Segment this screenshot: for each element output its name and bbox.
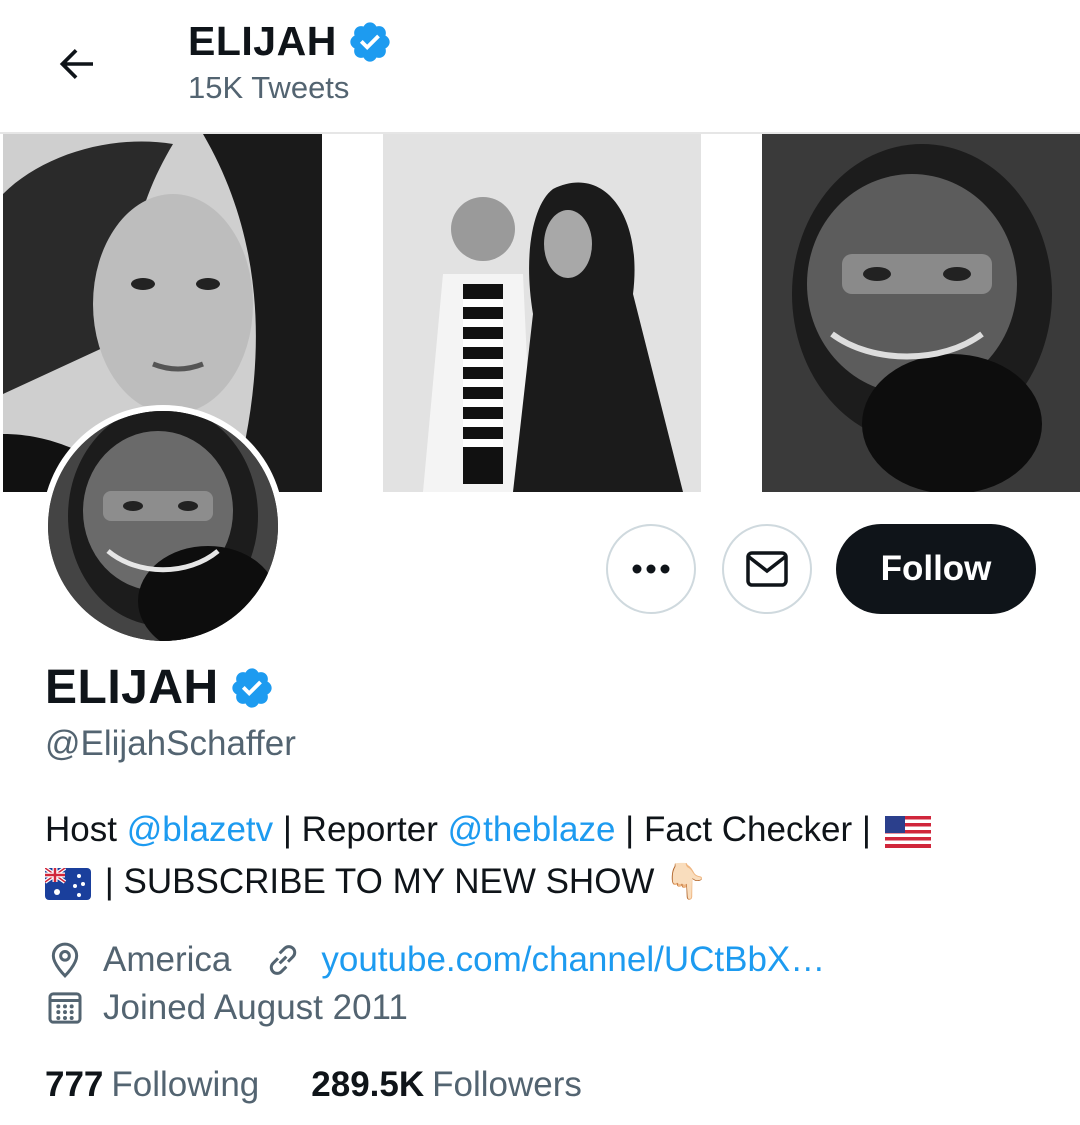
location-text: America (103, 940, 232, 979)
following-label: Following (111, 1065, 260, 1104)
profile-name: ELIJAH (45, 661, 219, 714)
profile-bio: Host @blazetv | Reporter @theblaze | Fac… (45, 804, 1045, 908)
following-count: 777 (45, 1065, 104, 1104)
envelope-icon (746, 551, 788, 587)
arrow-left-icon[interactable] (52, 40, 100, 88)
header-name: ELIJAH (188, 18, 337, 64)
calendar-icon (48, 992, 82, 1024)
header-tweet-count: 15K Tweets (188, 70, 350, 105)
followers-count: 289.5K (311, 1065, 425, 1104)
header-title: ELIJAH (188, 18, 393, 65)
website-link[interactable]: youtube.com/channel/UCtBbX… (321, 940, 825, 980)
banner-photo-couple (383, 134, 701, 492)
mention-link-theblaze[interactable]: @theblaze (448, 810, 616, 849)
location-pin-icon (51, 942, 79, 978)
followers-stat[interactable]: 289.5K Followers (311, 1065, 582, 1105)
pointing-down-emoji: 👇🏻 (664, 862, 708, 901)
link-icon (270, 945, 297, 975)
profile-meta-location-link: America youtube.com/channel/UCtBbX… (45, 940, 825, 980)
banner-photo-gas-mask (762, 134, 1080, 492)
bio-text: | Reporter (273, 810, 448, 849)
more-options-button[interactable] (606, 524, 696, 614)
follow-stats: 777 Following 289.5K Followers (45, 1065, 582, 1105)
joined-date: Joined August 2011 (103, 988, 408, 1027)
mention-link-blazetv[interactable]: @blazetv (127, 810, 273, 849)
verified-badge-icon (232, 667, 272, 708)
australia-flag-icon (45, 867, 91, 900)
bio-text: Host (45, 810, 127, 849)
followers-label: Followers (432, 1065, 582, 1104)
bio-text: | SUBSCRIBE TO MY NEW SHOW (95, 862, 665, 901)
profile-handle: @ElijahSchaffer (45, 724, 296, 763)
top-bar: ELIJAH 15K Tweets (0, 0, 1080, 134)
follow-button[interactable]: Follow (836, 524, 1036, 614)
more-horizontal-icon (632, 564, 670, 574)
bio-text: | Fact Checker | (615, 810, 881, 849)
profile-meta-joined: Joined August 2011 (45, 988, 408, 1028)
following-stat[interactable]: 777 Following (45, 1065, 259, 1105)
us-flag-icon (884, 815, 931, 848)
verified-badge-icon (350, 21, 390, 62)
message-button[interactable] (722, 524, 812, 614)
profile-name-row: ELIJAH (45, 660, 275, 715)
avatar[interactable] (48, 411, 278, 641)
